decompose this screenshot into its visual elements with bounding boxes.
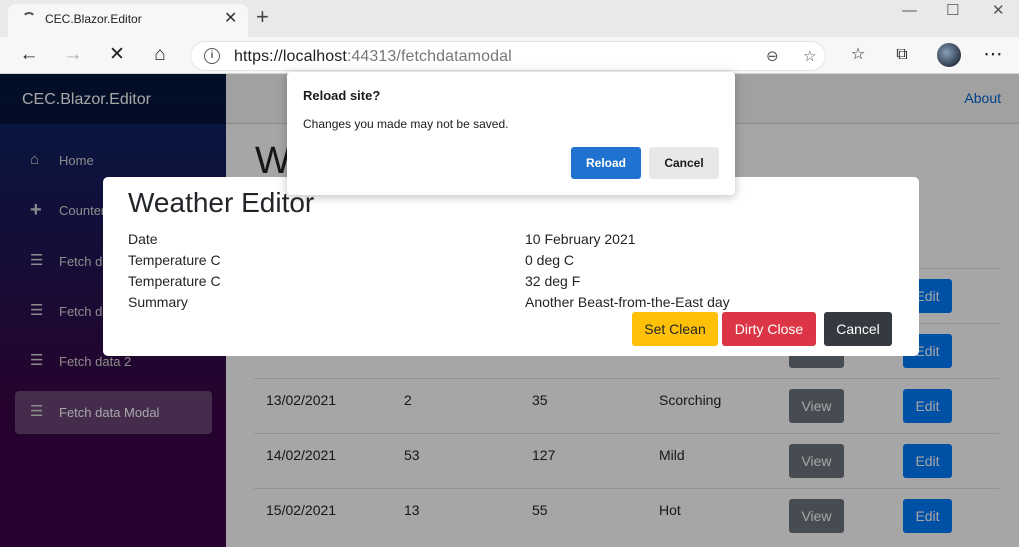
collections-icon[interactable]: ⧉ <box>889 42 915 68</box>
dialog-message: Changes you made may not be saved. <box>303 117 509 131</box>
profile-avatar[interactable] <box>937 43 961 67</box>
field-label-date: Date <box>128 231 158 247</box>
url-host: https://localhost <box>234 48 347 65</box>
minimize-icon[interactable]: — <box>902 2 917 20</box>
favorites-icon[interactable]: ☆ <box>845 42 871 68</box>
field-value-summary: Another Beast-from-the-East day <box>525 294 730 310</box>
reload-site-dialog: Reload site? Changes you made may not be… <box>287 72 735 195</box>
address-bar[interactable]: i https://localhost:44313/fetchdatamodal… <box>190 41 826 71</box>
field-label-temp-c: Temperature C <box>128 252 221 268</box>
field-value-temp-c: 0 deg C <box>525 252 575 268</box>
tab-title: CEC.Blazor.Editor <box>45 12 142 26</box>
zoom-icon[interactable]: ⊖ <box>766 47 779 65</box>
forward-icon[interactable]: → <box>60 42 86 68</box>
cancel-button[interactable]: Cancel <box>824 312 892 346</box>
dialog-cancel-button[interactable]: Cancel <box>649 147 719 179</box>
browser-titlebar: CEC.Blazor.Editor ✕ + — ☐ ✕ <box>0 0 1019 37</box>
stop-loading-icon[interactable]: ✕ <box>104 42 130 68</box>
browser-tab[interactable]: CEC.Blazor.Editor ✕ <box>8 4 248 37</box>
reload-button[interactable]: Reload <box>571 147 641 179</box>
loading-spinner-icon <box>22 12 36 26</box>
field-value-date: 10 February 2021 <box>525 231 636 247</box>
add-favorite-icon[interactable]: ☆ <box>803 47 816 65</box>
weather-editor-modal: Weather Editor Date 10 February 2021 Tem… <box>103 177 919 356</box>
dialog-title: Reload site? <box>303 88 381 103</box>
maximize-icon[interactable]: ☐ <box>946 2 959 20</box>
more-menu-icon[interactable]: ⋯ <box>980 42 1006 68</box>
field-value-temp-f: 32 deg F <box>525 273 581 289</box>
back-icon[interactable]: ← <box>16 42 42 68</box>
site-info-icon[interactable]: i <box>204 48 220 64</box>
set-clean-button[interactable]: Set Clean <box>632 312 718 346</box>
browser-toolbar: ← → ✕ ⌂ i https://localhost:44313/fetchd… <box>0 37 1019 74</box>
url-port-path: :44313/fetchdatamodal <box>346 48 512 65</box>
home-icon[interactable]: ⌂ <box>147 42 173 68</box>
new-tab-icon[interactable]: + <box>256 5 269 29</box>
close-tab-icon[interactable]: ✕ <box>224 9 237 29</box>
window-close-icon[interactable]: ✕ <box>992 2 1005 20</box>
dirty-close-button[interactable]: Dirty Close <box>722 312 816 346</box>
field-label-summary: Summary <box>128 294 188 310</box>
field-label-temp-f: Temperature C <box>128 273 221 289</box>
url-text: https://localhost:44313/fetchdatamodal <box>234 48 512 66</box>
